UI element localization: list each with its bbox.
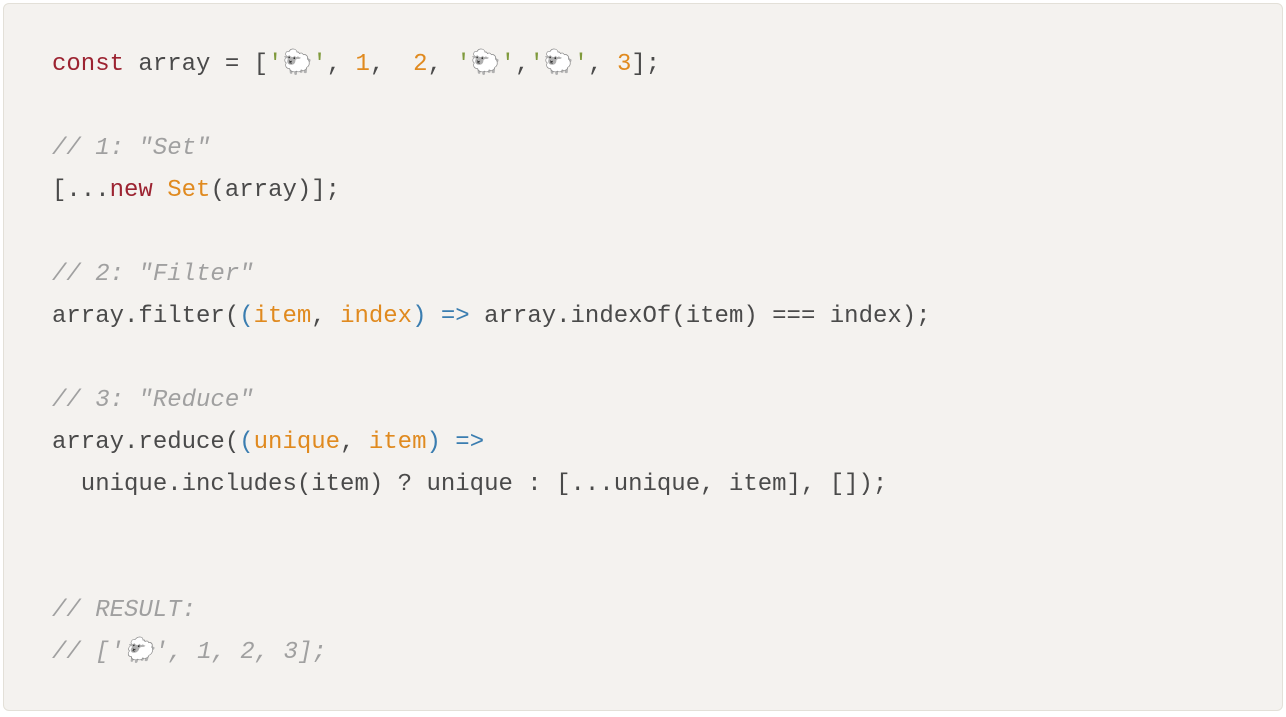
text: array.filter(: [52, 303, 239, 330]
text: [...: [52, 177, 110, 204]
text: ,: [327, 51, 356, 78]
string-literal: '🐑': [456, 51, 515, 78]
paren-open: (: [239, 429, 253, 456]
text: ,: [428, 51, 457, 78]
param-item: item: [369, 429, 427, 456]
param-index: index: [340, 303, 412, 330]
string-literal: '🐑': [529, 51, 588, 78]
paren-close: ): [426, 429, 440, 456]
number-literal: 1: [356, 51, 370, 78]
number-literal: 3: [617, 51, 631, 78]
code-line-set: [...new Set(array)];: [52, 177, 340, 204]
keyword-new: new: [110, 177, 153, 204]
number-literal: 2: [413, 51, 427, 78]
code-block: const array = ['🐑', 1, 2, '🐑','🐑', 3]; /…: [3, 3, 1283, 711]
keyword-const: const: [52, 51, 124, 78]
code-line-reduce-2: unique.includes(item) ? unique : [...uni…: [52, 471, 887, 498]
param-item: item: [254, 303, 312, 330]
text: ,: [340, 429, 369, 456]
arrow-icon: =>: [441, 429, 484, 456]
class-set: Set: [167, 177, 210, 204]
string-literal: '🐑': [268, 51, 327, 78]
comment-filter: // 2: "Filter": [52, 261, 254, 288]
param-unique: unique: [254, 429, 340, 456]
comment-set: // 1: "Set": [52, 135, 210, 162]
code-line-reduce-1: array.reduce((unique, item) =>: [52, 429, 484, 456]
paren-open: (: [239, 303, 253, 330]
arrow-icon: =>: [426, 303, 469, 330]
text: array = [: [124, 51, 268, 78]
comment-reduce: // 3: "Reduce": [52, 387, 254, 414]
comment-result-label: // RESULT:: [52, 597, 196, 624]
text: ,: [588, 51, 617, 78]
text: (array)];: [210, 177, 340, 204]
text: ];: [631, 51, 660, 78]
paren-close: ): [412, 303, 426, 330]
code-line-filter: array.filter((item, index) => array.inde…: [52, 303, 931, 330]
text: [153, 177, 167, 204]
text: ,: [311, 303, 340, 330]
text: array.indexOf(item) === index);: [470, 303, 931, 330]
code-line-1: const array = ['🐑', 1, 2, '🐑','🐑', 3];: [52, 51, 660, 78]
text: ,: [515, 51, 529, 78]
text: ,: [370, 51, 413, 78]
text: array.reduce(: [52, 429, 239, 456]
comment-result-value: // ['🐑', 1, 2, 3];: [52, 639, 327, 666]
